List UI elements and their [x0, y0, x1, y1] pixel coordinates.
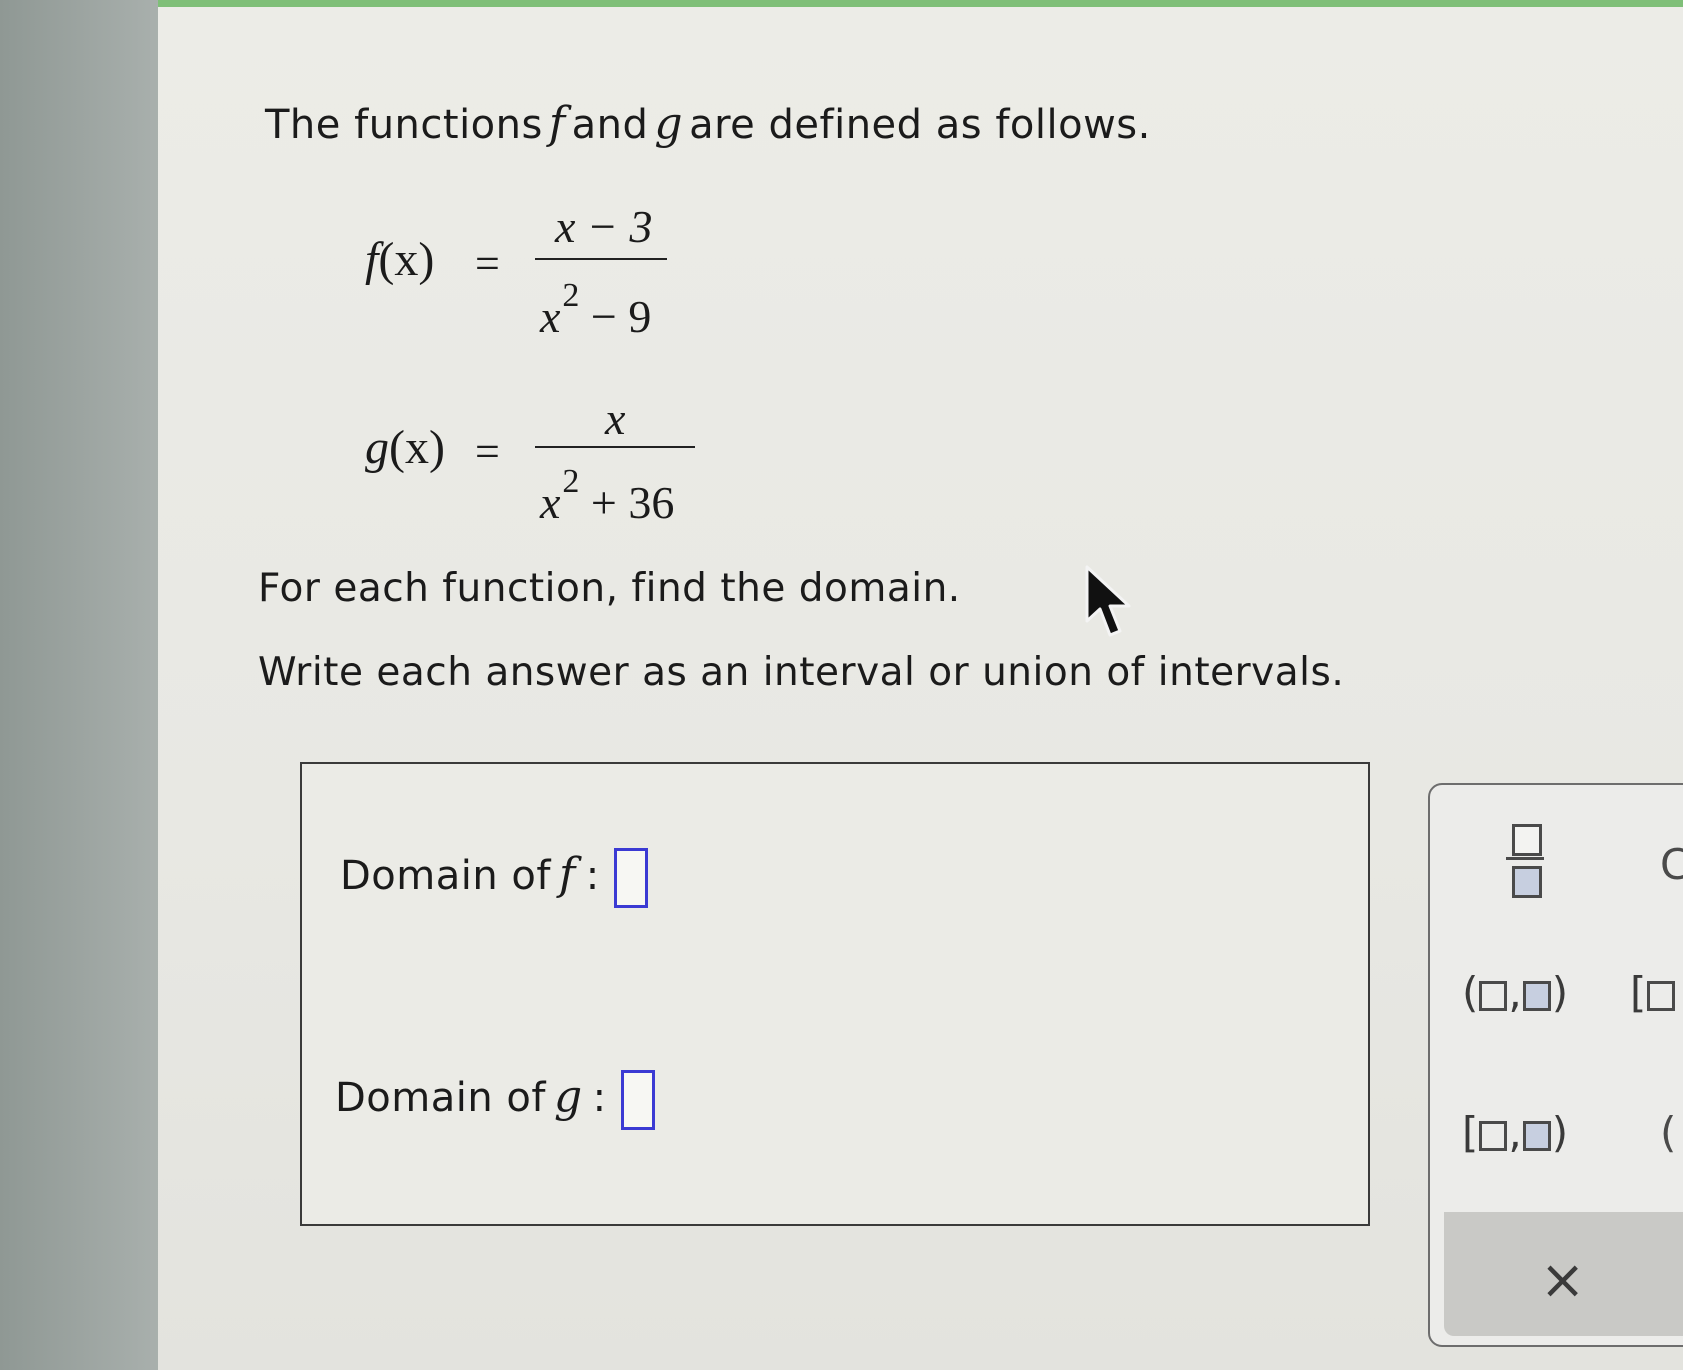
f-symbol: f: [548, 98, 566, 149]
question-intro: The functions f and g are defined as follows…: [265, 98, 1151, 149]
domain-f-label: Domain of: [340, 853, 551, 899]
open-interval-icon[interactable]: (,): [1462, 968, 1568, 1017]
domain-f-colon: :: [585, 853, 600, 899]
top-accent-bar: [158, 0, 1683, 7]
f-fraction-bar: [535, 258, 667, 260]
domain-g-label: Domain of: [335, 1075, 546, 1121]
intro-text-start: The functions: [265, 102, 543, 148]
g-lhs: g(x): [365, 421, 445, 474]
domain-g-symbol: g: [553, 1071, 583, 1122]
mouse-cursor-icon: [1085, 565, 1131, 637]
palette-partial-button-bottom[interactable]: (: [1660, 1108, 1676, 1157]
instruction-domain: For each function, find the domain.: [258, 566, 961, 611]
domain-f-symbol: f: [558, 849, 576, 900]
answer-box: [300, 762, 1370, 1226]
intro-text-end: are defined as follows.: [689, 102, 1151, 148]
domain-f-row: Domain of f:: [340, 848, 648, 908]
domain-g-input[interactable]: [620, 1070, 655, 1130]
domain-f-input[interactable]: [613, 848, 648, 908]
intro-and: and: [571, 102, 649, 148]
closed-open-interval-icon[interactable]: [,): [1462, 1108, 1568, 1157]
domain-g-row: Domain of g:: [335, 1070, 655, 1130]
instruction-interval: Write each answer as an interval or unio…: [258, 650, 1345, 695]
f-equals: =: [475, 239, 500, 288]
g-denominator: x2 + 36: [540, 463, 675, 528]
left-background: [0, 0, 160, 1370]
fraction-icon[interactable]: [1502, 820, 1546, 900]
close-icon[interactable]: ×: [1540, 1248, 1585, 1311]
f-lhs: f(x): [365, 233, 435, 286]
g-numerator: x: [605, 393, 626, 444]
g-fraction-bar: [535, 446, 695, 448]
closed-interval-partial-button[interactable]: [: [1630, 968, 1676, 1017]
palette-partial-button-top[interactable]: C: [1660, 840, 1683, 889]
g-symbol: g: [654, 98, 684, 149]
f-numerator: x − 3: [555, 201, 653, 252]
g-equals: =: [475, 427, 500, 476]
f-denominator: x2 − 9: [540, 277, 652, 342]
domain-g-colon: :: [592, 1075, 607, 1121]
